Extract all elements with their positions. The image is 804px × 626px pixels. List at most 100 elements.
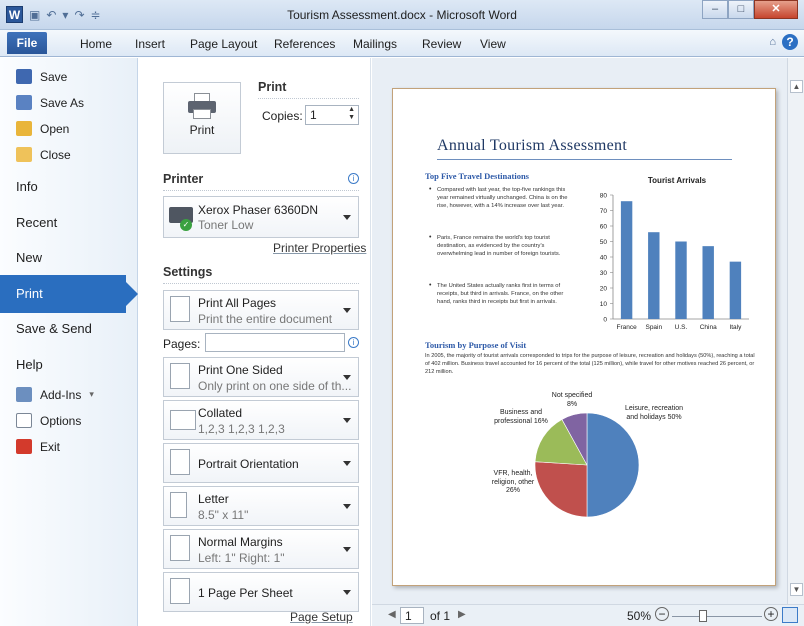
chart-title: Tourist Arrivals: [648, 176, 707, 185]
paper-size-dropdown[interactable]: Letter 8.5" x 11": [163, 486, 359, 526]
pie-label: Leisure, recreation and holidays 50%: [625, 405, 683, 421]
check-icon: ✓: [180, 219, 192, 231]
add-ins-icon: [16, 387, 32, 402]
y-tick-label: 40: [600, 255, 608, 262]
maximize-button[interactable]: □: [728, 0, 754, 19]
print-button[interactable]: Print: [163, 82, 241, 154]
bar: [702, 246, 714, 319]
page-count: of 1: [430, 609, 451, 623]
zoom-level[interactable]: 50%: [627, 609, 651, 623]
letter-icon: [170, 492, 187, 518]
tab-mailings[interactable]: Mailings: [353, 37, 397, 51]
chevron-down-icon: [343, 590, 351, 595]
title-bar: W ▣ ↶ ▾ ↷ ≑ Tourism Assessment.docx - Mi…: [0, 0, 804, 30]
chevron-down-icon: [343, 547, 351, 552]
minimize-ribbon-icon[interactable]: ⌂: [769, 36, 776, 48]
nav-save-send[interactable]: Save & Send: [16, 321, 92, 336]
bar: [729, 261, 742, 319]
nav-new[interactable]: New: [16, 250, 42, 265]
pie-label: Not specified 8%: [551, 392, 593, 408]
preview-scrollbar[interactable]: ▲ ▼: [787, 58, 804, 606]
y-tick-label: 80: [600, 193, 608, 200]
y-tick-label: 20: [600, 286, 608, 293]
nav-add-ins[interactable]: Add-Ins ▾: [16, 387, 94, 402]
y-tick-label: 30: [600, 270, 608, 277]
nav-close[interactable]: Close: [16, 147, 71, 162]
print-heading: Print: [258, 80, 287, 94]
collation-dropdown[interactable]: Collated 1,2,3 1,2,3 1,2,3: [163, 400, 359, 440]
printer-properties-link[interactable]: Printer Properties: [273, 241, 366, 255]
save-icon: [16, 69, 32, 84]
help-icon[interactable]: ?: [782, 34, 798, 50]
portrait-icon: [170, 449, 190, 475]
nav-open[interactable]: Open: [16, 121, 69, 136]
scroll-down-icon[interactable]: ▼: [790, 583, 803, 596]
y-tick-label: 70: [600, 208, 608, 215]
pie-slice: [534, 461, 588, 518]
tab-view[interactable]: View: [480, 37, 506, 51]
x-tick-label: Italy: [729, 324, 742, 331]
nav-save[interactable]: Save: [16, 69, 67, 84]
printer-icon: [186, 93, 218, 119]
y-tick-label: 60: [600, 224, 608, 231]
pages-input[interactable]: [205, 333, 345, 352]
margins-icon: [170, 535, 190, 561]
copies-spinner[interactable]: ▲ ▼: [348, 106, 355, 122]
margins-dropdown[interactable]: Normal Margins Left: 1" Right: 1": [163, 529, 359, 569]
pages-per-sheet-dropdown[interactable]: 1 Page Per Sheet: [163, 572, 359, 612]
zoom-slider[interactable]: [672, 616, 762, 617]
printer-dropdown[interactable]: ✓ Xerox Phaser 6360DN Toner Low: [163, 196, 359, 238]
page-number-input[interactable]: 1: [400, 607, 424, 624]
zoom-slider-thumb[interactable]: [699, 610, 707, 622]
tab-review[interactable]: Review: [422, 37, 461, 51]
tab-page-layout[interactable]: Page Layout: [190, 37, 257, 51]
printer-info-icon[interactable]: i: [348, 173, 359, 184]
bar: [675, 241, 687, 319]
settings-heading: Settings: [163, 265, 213, 279]
next-page-icon[interactable]: ▶: [458, 609, 466, 620]
close-button[interactable]: ✕: [754, 0, 798, 19]
tab-insert[interactable]: Insert: [135, 37, 165, 51]
doc-bullet: Compared with last year, the top-five ra…: [429, 186, 577, 210]
nav-recent[interactable]: Recent: [16, 215, 57, 230]
print-settings-panel: Print Print Copies: 1 ▲ ▼ Printer i ✓ Xer…: [139, 58, 371, 626]
nav-print[interactable]: Print: [0, 275, 138, 313]
x-tick-label: France: [616, 324, 637, 331]
zoom-in-icon[interactable]: +: [764, 607, 778, 621]
chevron-down-icon: [343, 308, 351, 313]
minimize-button[interactable]: –: [702, 0, 728, 19]
copies-label: Copies:: [262, 109, 303, 123]
pie-label: Business and professional 16%: [494, 409, 548, 425]
tab-file[interactable]: File: [7, 32, 47, 54]
zoom-out-icon[interactable]: −: [655, 607, 669, 621]
one-sided-icon: [170, 363, 190, 389]
nav-options[interactable]: Options: [16, 413, 81, 428]
nav-help[interactable]: Help: [16, 357, 43, 372]
zoom-to-page-icon[interactable]: [782, 607, 798, 623]
prev-page-icon[interactable]: ◀: [388, 609, 396, 620]
page-setup-link[interactable]: Page Setup: [290, 610, 353, 624]
tourist-arrivals-chart: Tourist Arrivals 0 10 20 30 40 50 60 70 80 France S…: [600, 176, 749, 331]
bar: [648, 232, 660, 319]
doc-section-destinations: Top Five Travel Destinations: [425, 171, 529, 181]
x-tick-label: U.S.: [675, 324, 688, 331]
pie-slice: [586, 412, 640, 518]
orientation-dropdown[interactable]: Portrait Orientation: [163, 443, 359, 483]
print-range-dropdown[interactable]: Print All Pages Print the entire documen…: [163, 290, 359, 330]
chevron-down-icon: [343, 375, 351, 380]
tab-home[interactable]: Home: [80, 37, 112, 51]
y-tick-label: 10: [600, 301, 608, 308]
nav-exit[interactable]: Exit: [16, 439, 60, 454]
scroll-up-icon[interactable]: ▲: [790, 80, 803, 93]
copies-input[interactable]: 1 ▲ ▼: [305, 105, 359, 125]
y-tick-label: 50: [600, 239, 608, 246]
doc-bullet: Paris, France remains the world's top to…: [429, 234, 577, 258]
nav-save-as[interactable]: Save As: [16, 95, 84, 110]
nav-info[interactable]: Info: [16, 179, 38, 194]
document-page: Annual Tourism Assessment Top Five Trave…: [392, 88, 776, 586]
close-folder-icon: [16, 147, 32, 162]
sides-dropdown[interactable]: Print One Sided Only print on one side o…: [163, 357, 359, 397]
tab-references[interactable]: References: [274, 37, 335, 51]
chevron-down-icon: [343, 504, 351, 509]
pages-info-icon[interactable]: i: [348, 337, 359, 348]
